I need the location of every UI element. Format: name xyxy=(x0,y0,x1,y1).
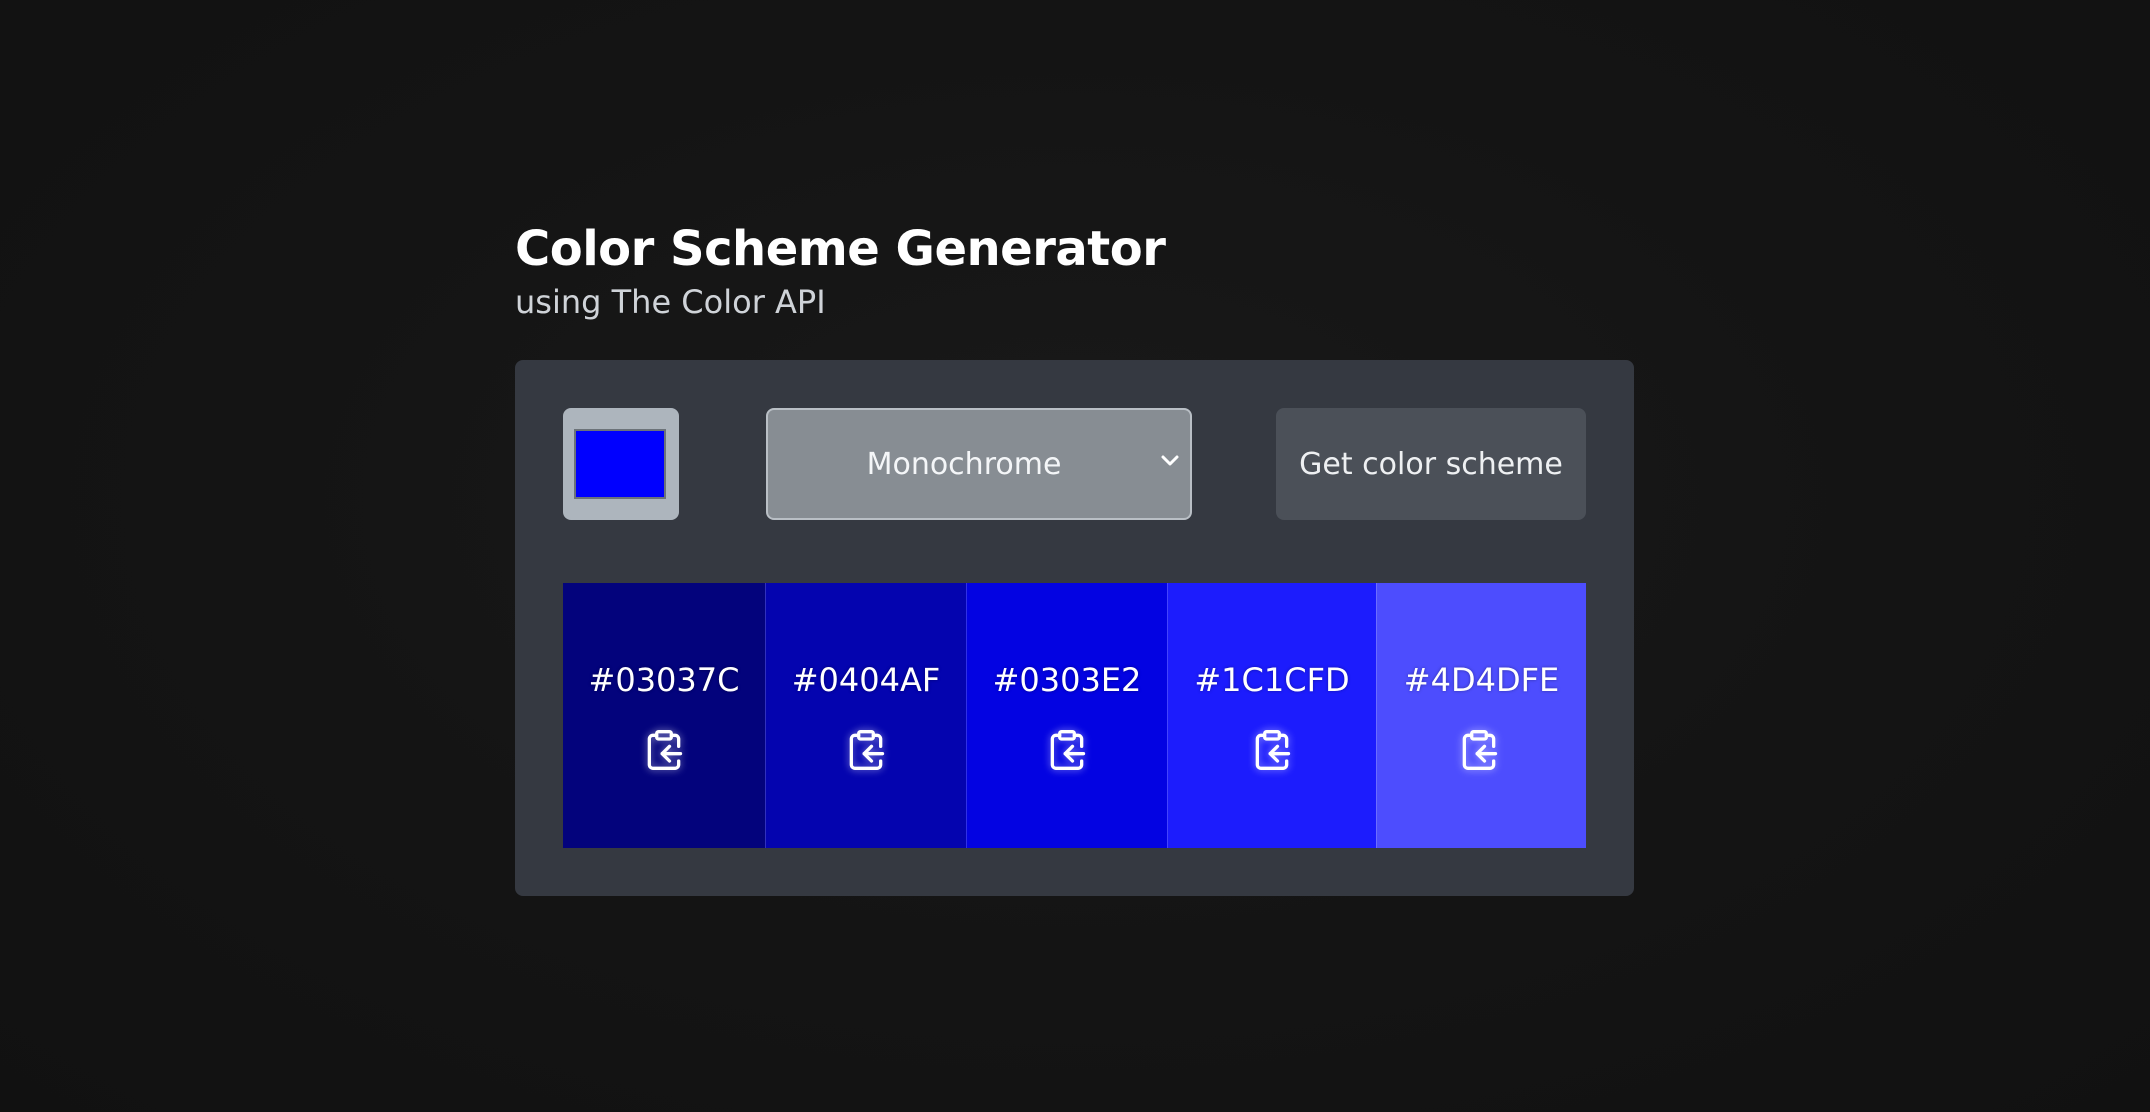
chevron-down-icon xyxy=(1161,455,1179,466)
clipboard-copy-icon[interactable] xyxy=(642,728,686,772)
swatch-hex-label[interactable]: #1C1CFD xyxy=(1168,661,1376,699)
seed-color-picker[interactable] xyxy=(563,408,679,520)
generator-panel: Monochrome Get color scheme #03037C #040… xyxy=(515,360,1634,896)
color-swatch-3: #0303E2 xyxy=(966,583,1167,848)
swatch-hex-label[interactable]: #0404AF xyxy=(766,661,966,699)
color-swatch-2: #0404AF xyxy=(765,583,966,848)
scheme-mode-value: Monochrome xyxy=(866,446,1062,482)
page-header: Color Scheme Generator using The Color A… xyxy=(515,218,1166,324)
swatch-hex-label[interactable]: #03037C xyxy=(563,661,765,699)
color-swatch-4: #1C1CFD xyxy=(1167,583,1376,848)
page-title: Color Scheme Generator xyxy=(515,221,1166,277)
page-subtitle: using The Color API xyxy=(515,283,826,321)
swatch-hex-label[interactable]: #0303E2 xyxy=(967,661,1167,699)
scheme-mode-select[interactable]: Monochrome xyxy=(766,408,1192,520)
color-swatch-1: #03037C xyxy=(563,583,765,848)
clipboard-copy-icon[interactable] xyxy=(1045,728,1089,772)
clipboard-copy-icon[interactable] xyxy=(1457,728,1501,772)
get-color-scheme-button[interactable]: Get color scheme xyxy=(1276,408,1586,520)
color-swatch-5: #4D4DFE xyxy=(1376,583,1586,848)
swatch-hex-label[interactable]: #4D4DFE xyxy=(1377,661,1586,699)
color-palette: #03037C #0404AF #0303E2 #1C1CFD #4D4DFE xyxy=(563,583,1586,848)
clipboard-copy-icon[interactable] xyxy=(1250,728,1294,772)
seed-color-swatch[interactable] xyxy=(574,429,666,499)
clipboard-copy-icon[interactable] xyxy=(844,728,888,772)
